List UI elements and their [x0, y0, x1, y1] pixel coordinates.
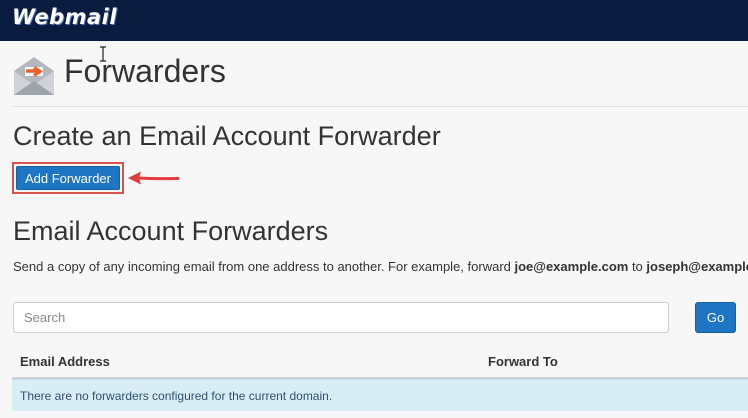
- forwarders-description: Send a copy of any incoming email from o…: [13, 259, 748, 274]
- add-forwarder-highlight: Add Forwarder: [12, 162, 124, 194]
- description-text: Send a copy of any incoming email from o…: [13, 259, 515, 274]
- forwarders-list-heading: Email Account Forwarders: [13, 216, 329, 246]
- description-to-text: to: [628, 259, 647, 274]
- email-forward-icon: [14, 57, 54, 95]
- column-header-email-address[interactable]: Email Address: [20, 354, 110, 369]
- empty-table-message: There are no forwarders configured for t…: [12, 379, 748, 411]
- forwarders-table-header: Email Address Forward To: [12, 345, 748, 379]
- header-divider: [12, 106, 748, 107]
- create-forwarder-heading: Create an Email Account Forwarder: [13, 121, 441, 151]
- top-bar: Webmail: [0, 0, 748, 41]
- empty-message-text: There are no forwarders configured for t…: [20, 389, 333, 403]
- search-input[interactable]: [13, 302, 669, 333]
- webmail-logo[interactable]: Webmail: [12, 5, 117, 29]
- example-to-address: joseph@example.com: [646, 259, 748, 274]
- column-header-forward-to[interactable]: Forward To: [488, 354, 558, 369]
- pointer-arrow-icon: [128, 171, 180, 185]
- page-title: Forwarders: [64, 53, 226, 89]
- add-forwarder-button[interactable]: Add Forwarder: [16, 166, 120, 190]
- go-button[interactable]: Go: [695, 302, 736, 333]
- example-from-address: joe@example.com: [514, 259, 629, 274]
